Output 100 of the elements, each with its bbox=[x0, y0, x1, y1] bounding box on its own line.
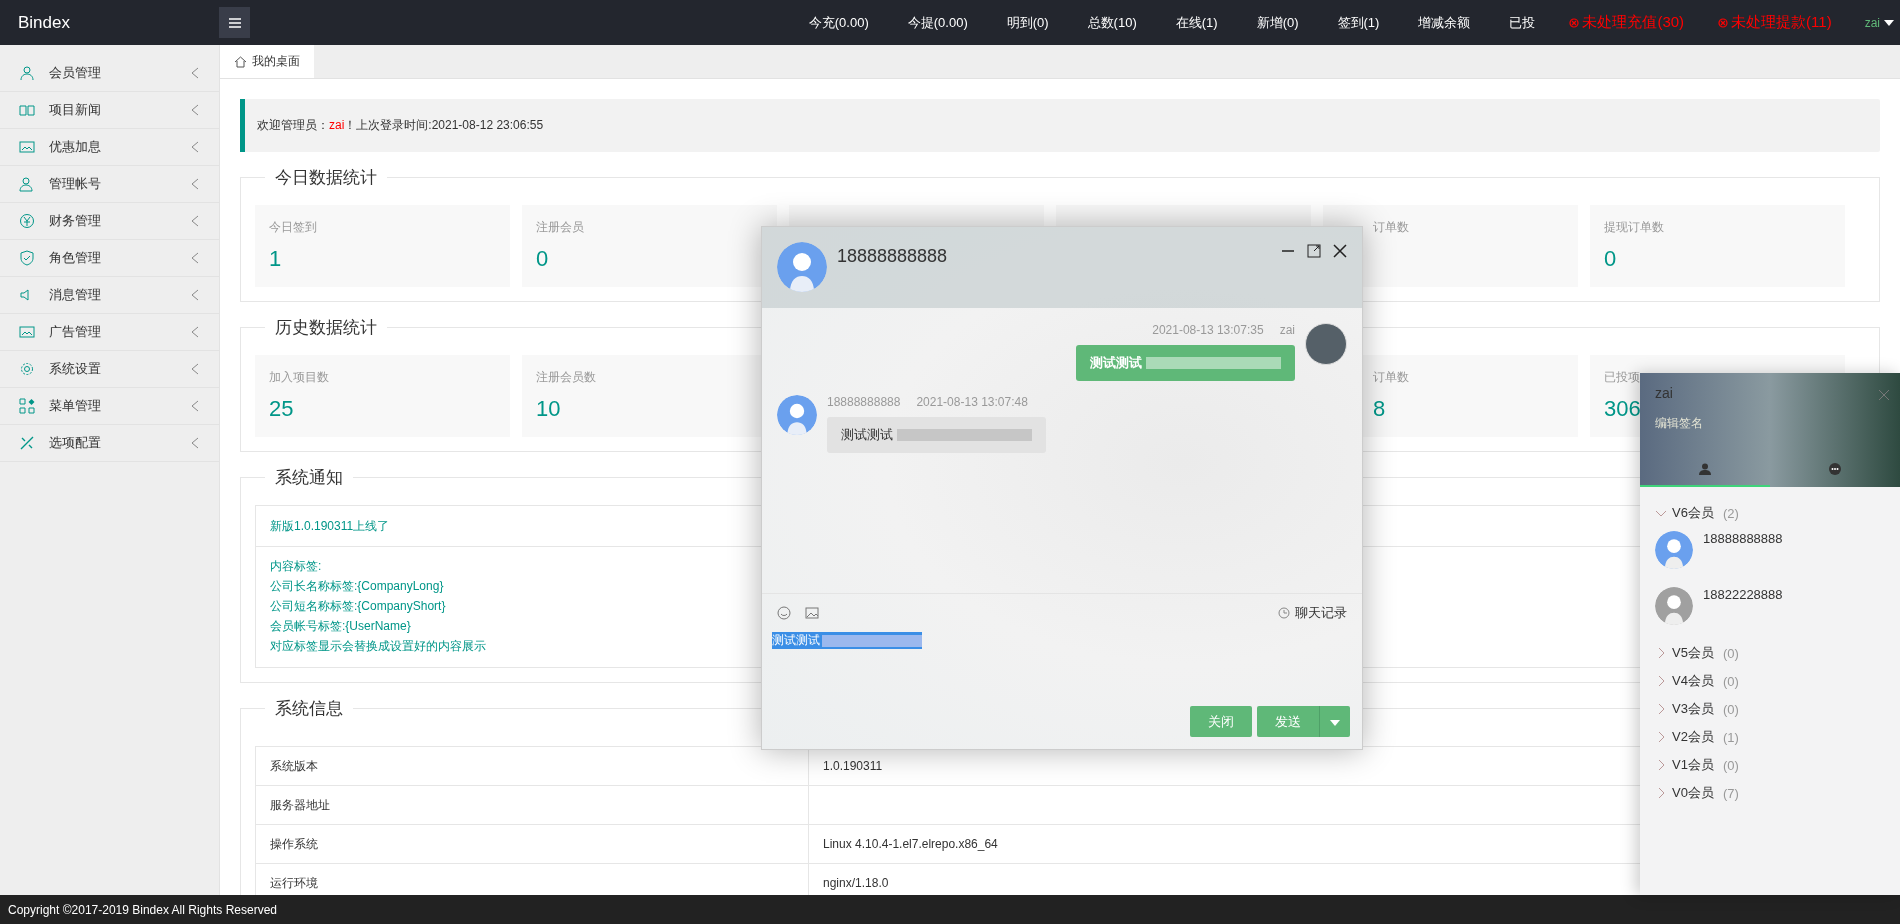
sender-name: 18888888888 bbox=[827, 395, 901, 409]
group-header[interactable]: V3会员 (0) bbox=[1655, 695, 1885, 723]
chat-title: 18888888888 bbox=[837, 246, 948, 267]
group-header[interactable]: V4会员 (0) bbox=[1655, 667, 1885, 695]
stat-label: 提现订单数 bbox=[1604, 219, 1664, 236]
chevron-icon bbox=[191, 437, 199, 449]
group-header[interactable]: V6会员 (2) bbox=[1655, 499, 1885, 527]
chat-icon bbox=[1829, 463, 1841, 475]
gear-icon bbox=[19, 361, 35, 377]
stat-value: 8 bbox=[1373, 396, 1386, 422]
chat-history-link[interactable]: 聊天记录 bbox=[1278, 604, 1347, 622]
nav-link[interactable]: 总数(10) bbox=[1072, 13, 1152, 32]
user-name: zai bbox=[1655, 385, 1673, 401]
notice-line: 公司长名称标签:{CompanyLong} bbox=[270, 578, 444, 595]
nav-link[interactable]: 未处理充值(30) bbox=[1554, 13, 1700, 32]
stat-value: 25 bbox=[269, 396, 294, 422]
stat-label: 订单数 bbox=[1373, 219, 1409, 236]
section-title: 系统信息 bbox=[274, 698, 344, 720]
brand-logo: Bindex bbox=[17, 12, 71, 33]
users-icon bbox=[19, 176, 35, 192]
table-cell: 系统版本 bbox=[255, 746, 809, 786]
table-cell: 操作系统 bbox=[255, 824, 809, 864]
section-title: 今日数据统计 bbox=[274, 167, 378, 189]
close-icon[interactable] bbox=[1333, 244, 1347, 258]
grid-icon bbox=[19, 398, 35, 414]
chevron-icon bbox=[191, 252, 199, 264]
notice-headline: 新版1.0.190311上线了 bbox=[270, 519, 390, 533]
nav-link[interactable]: 在线(1) bbox=[1160, 13, 1233, 32]
image-icon bbox=[19, 324, 35, 340]
user-menu[interactable]: zai bbox=[1864, 15, 1900, 30]
nav-link[interactable]: 增减余额 bbox=[1403, 13, 1486, 32]
sidebar-item[interactable]: 财务管理 bbox=[0, 203, 219, 240]
message-bubble: 测试测试 bbox=[827, 417, 1046, 453]
table-cell: 服务器地址 bbox=[255, 785, 809, 825]
chevron-icon bbox=[191, 215, 199, 227]
welcome-text: 欢迎管理员：zai！上次登录时间:2021-08-12 23:06:55 bbox=[257, 118, 544, 132]
menu-button[interactable] bbox=[219, 7, 250, 38]
notice-line: 内容标签: bbox=[270, 558, 322, 575]
group-header[interactable]: V5会员 (0) bbox=[1655, 639, 1885, 667]
emoji-icon[interactable] bbox=[777, 606, 791, 620]
message-bubble: 测试测试 bbox=[1076, 345, 1295, 381]
contact-item[interactable]: 18822228888 bbox=[1655, 583, 1885, 639]
chevron-icon bbox=[191, 178, 199, 190]
stat-value: 0 bbox=[536, 246, 549, 272]
avatar-icon bbox=[777, 242, 827, 292]
nav-link[interactable]: 今充(0.00) bbox=[793, 13, 884, 32]
notice-line: 会员帐号标签:{UserName} bbox=[270, 618, 411, 635]
alert-icon bbox=[1718, 17, 1729, 28]
stat-label: 注册会员数 bbox=[536, 369, 596, 386]
sidebar-item[interactable]: 优惠加息 bbox=[0, 129, 219, 166]
stat-value: 0 bbox=[1604, 246, 1617, 272]
sidebar-item[interactable]: 角色管理 bbox=[0, 240, 219, 277]
chevron-icon bbox=[191, 363, 199, 375]
shield-icon bbox=[19, 250, 35, 266]
send-options-button[interactable] bbox=[1320, 706, 1350, 737]
user-icon bbox=[19, 65, 35, 81]
signature-field[interactable]: 编辑签名 bbox=[1655, 415, 1703, 432]
message-time: 2021-08-13 13:07:48 bbox=[916, 395, 1028, 409]
chevron-icon bbox=[191, 326, 199, 338]
sidebar-item[interactable]: 广告管理 bbox=[0, 314, 219, 351]
stat-label: 今日签到 bbox=[269, 219, 317, 236]
sidebar-item[interactable]: 消息管理 bbox=[0, 277, 219, 314]
person-icon bbox=[1699, 463, 1711, 475]
nav-link[interactable]: 签到(1) bbox=[1322, 13, 1395, 32]
breadcrumb-tab[interactable]: 我的桌面 bbox=[220, 45, 314, 78]
sidebar-item[interactable]: 管理帐号 bbox=[0, 166, 219, 203]
chevron-icon bbox=[191, 104, 199, 116]
image-icon bbox=[19, 139, 35, 155]
nav-link[interactable]: 明到(0) bbox=[991, 13, 1064, 32]
sidebar-item[interactable]: 项目新闻 bbox=[0, 92, 219, 129]
stat-label: 订单数 bbox=[1373, 369, 1409, 386]
caret-icon bbox=[1330, 720, 1340, 726]
sidebar-item[interactable]: 系统设置 bbox=[0, 351, 219, 388]
notice-line: 公司短名称标签:{CompanyShort} bbox=[270, 598, 446, 615]
sidebar-item[interactable]: 会员管理 bbox=[0, 55, 219, 92]
home-icon bbox=[234, 55, 247, 68]
image-icon[interactable] bbox=[805, 607, 819, 619]
maximize-icon[interactable] bbox=[1307, 244, 1321, 258]
avatar-icon bbox=[777, 395, 817, 435]
copyright-text: Copyright ©2017-2019 Bindex All Rights Reserved bbox=[8, 902, 277, 917]
stat-value: 306 bbox=[1604, 396, 1641, 422]
sidebar-item[interactable]: 选项配置 bbox=[0, 425, 219, 462]
alert-icon bbox=[1569, 17, 1580, 28]
nav-link[interactable]: 新增(0) bbox=[1241, 13, 1314, 32]
sidebar-item[interactable]: 菜单管理 bbox=[0, 388, 219, 425]
message-time: 2021-08-13 13:07:35 bbox=[1152, 323, 1264, 337]
stat-value: 10 bbox=[536, 396, 561, 422]
avatar-placeholder bbox=[1305, 323, 1347, 365]
chevron-icon bbox=[191, 400, 199, 412]
sender-name: zai bbox=[1279, 323, 1295, 337]
stat-label: 加入项目数 bbox=[269, 369, 329, 386]
contact-item[interactable]: 18888888888 bbox=[1655, 527, 1885, 583]
nav-link[interactable]: 未处理提款(11) bbox=[1703, 13, 1847, 32]
chevron-icon bbox=[191, 67, 199, 79]
nav-link[interactable]: 今提(0.00) bbox=[892, 13, 983, 32]
chevron-icon bbox=[191, 289, 199, 301]
stat-value: 1 bbox=[269, 246, 282, 272]
yen-icon bbox=[19, 213, 35, 229]
section-title: 历史数据统计 bbox=[274, 317, 378, 339]
nav-link[interactable]: 已投 bbox=[1494, 13, 1551, 32]
